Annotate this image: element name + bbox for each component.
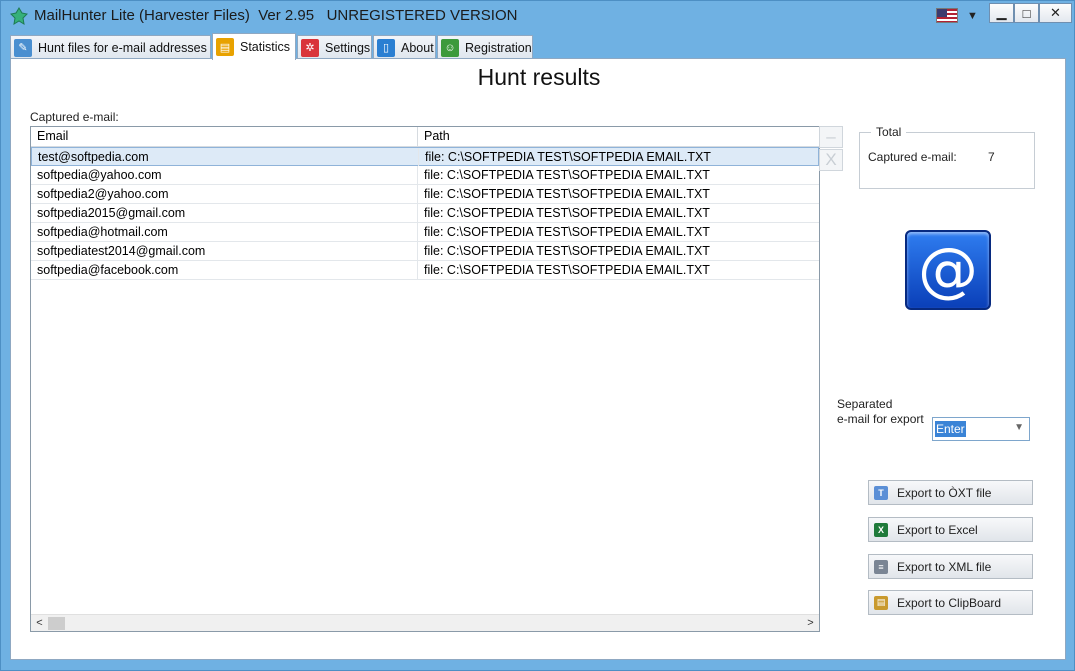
column-header-email[interactable]: Email	[31, 127, 418, 147]
separator-label: Separated e-mail for export	[837, 397, 924, 427]
table-row[interactable]: softpedia@facebook.com file: C:\SOFTPEDI…	[31, 261, 819, 280]
email-cell: softpedia@facebook.com	[31, 261, 418, 279]
app-logo-icon	[10, 7, 28, 25]
export-excel-label: Export to Excel	[897, 522, 978, 537]
path-cell: file: C:\SOFTPEDIA TEST\SOFTPEDIA EMAIL.…	[425, 150, 711, 164]
path-cell: file: C:\SOFTPEDIA TEST\SOFTPEDIA EMAIL.…	[424, 244, 710, 258]
statistics-panel: Hunt results Captured e-mail: Email Path…	[10, 58, 1066, 660]
notebook-icon: ▤	[216, 38, 234, 56]
separator-label-line2: e-mail for export	[837, 412, 924, 426]
chevron-down-icon[interactable]: ▼	[1014, 422, 1024, 433]
clipboard-icon: ▤	[874, 595, 888, 610]
export-clipboard-button[interactable]: ▤ Export to ClipBoard	[868, 590, 1033, 615]
user-icon: ☺	[441, 38, 459, 57]
separator-label-line1: Separated	[837, 397, 893, 411]
export-xml-label: Export to XML file	[897, 559, 992, 574]
table-row[interactable]: softpedia@yahoo.com file: C:\SOFTPEDIA T…	[31, 166, 819, 185]
remove-email-button[interactable]: –	[819, 126, 843, 148]
tab-label: About	[401, 40, 434, 55]
email-cell: softpedia@hotmail.com	[31, 223, 418, 241]
tab-registration[interactable]: ☺ Registration	[437, 35, 533, 59]
column-header-path[interactable]: Path	[418, 127, 819, 147]
window-title: MailHunter Lite (Harvester Files) Ver 2.…	[34, 7, 518, 24]
separator-select[interactable]: Enter ▼	[932, 417, 1030, 441]
horizontal-scrollbar[interactable]: < >	[31, 614, 819, 631]
table-row[interactable]: test@softpedia.com file: C:\SOFTPEDIA TE…	[31, 147, 819, 166]
export-excel-button[interactable]: X Export to Excel	[868, 517, 1033, 542]
text-file-icon: T	[874, 485, 888, 500]
minimize-button[interactable]: ▁	[989, 3, 1014, 23]
excel-icon: X	[874, 522, 888, 537]
path-cell: file: C:\SOFTPEDIA TEST\SOFTPEDIA EMAIL.…	[424, 206, 710, 220]
results-table: Email Path test@softpedia.com file: C:\S…	[30, 126, 820, 632]
email-cell: softpedia@yahoo.com	[31, 166, 418, 184]
app-window: MailHunter Lite (Harvester Files) Ver 2.…	[0, 0, 1075, 671]
total-legend: Total	[871, 125, 907, 139]
email-cell: softpediatest2014@gmail.com	[31, 242, 418, 260]
path-cell: file: C:\SOFTPEDIA TEST\SOFTPEDIA EMAIL.…	[424, 225, 710, 239]
scrollbar-thumb[interactable]	[48, 617, 65, 630]
captured-email-label: Captured e-mail:	[30, 110, 119, 124]
total-captured-label: Captured e-mail:	[868, 150, 957, 164]
tab-label: Hunt files for e-mail addresses	[38, 40, 207, 55]
total-captured-value: 7	[988, 150, 995, 164]
export-txt-button[interactable]: T Export to ÒXT file	[868, 480, 1033, 505]
clear-list-button[interactable]: X	[819, 149, 843, 171]
export-txt-label: Export to ÒXT file	[897, 485, 992, 500]
table-header: Email Path	[31, 127, 819, 147]
separator-selected-value: Enter	[935, 421, 966, 437]
path-cell: file: C:\SOFTPEDIA TEST\SOFTPEDIA EMAIL.…	[424, 187, 710, 201]
language-flag-icon[interactable]	[936, 8, 958, 23]
tab-statistics[interactable]: ▤ Statistics	[212, 33, 296, 60]
document-search-icon: ✎	[14, 38, 32, 57]
tab-hunt-files[interactable]: ✎ Hunt files for e-mail addresses	[10, 35, 211, 59]
email-cell: test@softpedia.com	[32, 148, 419, 166]
export-clipboard-label: Export to ClipBoard	[897, 595, 1002, 610]
export-xml-button[interactable]: ≡ Export to XML file	[868, 554, 1033, 579]
table-row[interactable]: softpedia2015@gmail.com file: C:\SOFTPED…	[31, 204, 819, 223]
table-row[interactable]: softpedia@hotmail.com file: C:\SOFTPEDIA…	[31, 223, 819, 242]
path-cell: file: C:\SOFTPEDIA TEST\SOFTPEDIA EMAIL.…	[424, 263, 710, 277]
scroll-right-icon[interactable]: >	[802, 616, 819, 631]
table-row[interactable]: softpediatest2014@gmail.com file: C:\SOF…	[31, 242, 819, 261]
tab-label: Settings	[325, 40, 371, 55]
tab-settings[interactable]: ✲ Settings	[297, 35, 372, 59]
scroll-left-icon[interactable]: <	[31, 616, 48, 631]
close-button[interactable]: ✕	[1039, 3, 1072, 23]
email-cell: softpedia2@yahoo.com	[31, 185, 418, 203]
email-cell: softpedia2015@gmail.com	[31, 204, 418, 222]
tab-label: Statistics	[240, 40, 291, 54]
book-icon: ▯	[377, 38, 395, 57]
tab-about[interactable]: ▯ About	[373, 35, 436, 59]
tab-label: Registration	[465, 40, 532, 55]
maximize-button[interactable]: □	[1014, 3, 1039, 23]
xml-file-icon: ≡	[874, 559, 888, 574]
title-bar: MailHunter Lite (Harvester Files) Ver 2.…	[1, 1, 1074, 31]
path-cell: file: C:\SOFTPEDIA TEST\SOFTPEDIA EMAIL.…	[424, 168, 710, 182]
page-title: Hunt results	[477, 64, 601, 90]
table-row[interactable]: softpedia2@yahoo.com file: C:\SOFTPEDIA …	[31, 185, 819, 204]
gear-icon: ✲	[301, 38, 319, 57]
language-dropdown-icon[interactable]: ▼	[967, 10, 978, 22]
email-at-icon: @	[905, 230, 991, 310]
table-body: test@softpedia.com file: C:\SOFTPEDIA TE…	[31, 147, 819, 280]
